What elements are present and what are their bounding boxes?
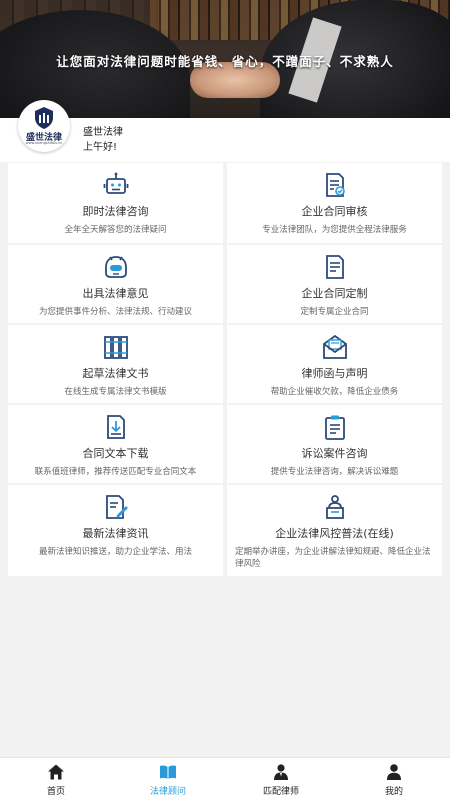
service-contract-review[interactable]: 企业合同审核 专业法律团队，为您提供全程法律服务	[227, 163, 442, 243]
lecture-icon	[325, 495, 344, 519]
greeting-text: 上午好!	[83, 142, 118, 153]
service-title: 出具法律意见	[82, 287, 149, 300]
service-title: 即时法律咨询	[82, 205, 149, 218]
service-description: 在线生成专属法律文书模版	[64, 387, 167, 397]
home-icon	[48, 764, 64, 780]
open-book-icon	[160, 765, 176, 779]
service-risk-lecture[interactable]: 企业法律风控普法(在线) 定期举办讲座，为企业讲解法律知规避、降低企业法律风险	[227, 485, 442, 576]
clipboard-icon	[324, 415, 345, 440]
service-description: 提供专业法律咨询，解决诉讼难题	[270, 467, 399, 477]
tab-me[interactable]: 我的	[338, 758, 450, 800]
document-check-icon	[325, 173, 345, 197]
banner-slogan: 让您面对法律问题时能省钱、省心，不蹭面子、不求熟人	[56, 54, 394, 69]
service-legal-news[interactable]: 最新法律资讯 最新法律知识推送，助力企业学法、用法	[8, 485, 223, 576]
logo-url: www.shengshifalv.cn	[25, 141, 63, 145]
service-description: 定期举办讲座，为企业讲解法律知规避、降低企业法律风险	[235, 547, 431, 569]
service-title: 起草法律文书	[82, 367, 149, 380]
robot-icon	[103, 172, 128, 194]
service-description: 定制专属企业合同	[300, 307, 369, 317]
tab-home[interactable]: 首页	[0, 758, 112, 800]
person-icon	[387, 764, 401, 780]
service-lawyer-letter[interactable]: 律师函与声明 帮助企业催收欠款，降低企业债务	[227, 325, 442, 403]
service-description: 专业法律团队，为您提供全程法律服务	[262, 225, 407, 235]
document-icon	[325, 255, 344, 279]
tab-match-lawyer[interactable]: 匹配律师	[225, 758, 337, 800]
service-title: 诉讼案件咨询	[301, 447, 368, 460]
tab-label: 匹配律师	[262, 787, 299, 797]
service-contract-download[interactable]: 合同文本下载 联系值班律师，推荐传送匹配专业合同文本	[8, 405, 223, 483]
tab-label: 首页	[46, 787, 65, 797]
service-contract-custom[interactable]: 企业合同定制 定制专属企业合同	[227, 245, 442, 323]
service-description: 全年全天解答您的法律疑问	[64, 225, 167, 235]
bottom-tab-bar: 首页 法律顾问 匹配律师 我的	[0, 757, 450, 800]
service-title: 律师函与声明	[301, 367, 368, 380]
service-title: 最新法律资讯	[82, 527, 149, 540]
service-description: 帮助企业催收欠款，降低企业债务	[270, 387, 399, 397]
service-title: 合同文本下载	[82, 447, 149, 460]
books-icon	[103, 336, 128, 359]
service-title: 企业法律风控普法(在线)	[275, 527, 394, 540]
service-litigation-consult[interactable]: 诉讼案件咨询 提供专业法律咨询，解决诉讼难题	[227, 405, 442, 483]
robot-face-icon	[104, 256, 127, 278]
lawyer-icon	[274, 764, 288, 780]
service-description: 为您提供事件分析、法律法规、行动建议	[38, 307, 192, 317]
service-description: 最新法律知识推送，助力企业学法、用法	[38, 547, 192, 557]
account-name: 盛世法律	[83, 127, 123, 138]
envelope-icon	[322, 334, 347, 359]
hero-banner: 让您面对法律问题时能省钱、省心，不蹭面子、不求熟人	[0, 0, 450, 118]
tab-label: 我的	[384, 787, 403, 797]
service-legal-opinion[interactable]: 出具法律意见 为您提供事件分析、法律法规、行动建议	[8, 245, 223, 323]
tab-legal-advisor[interactable]: 法律顾问	[112, 758, 224, 800]
download-document-icon	[106, 415, 125, 439]
service-title: 企业合同审核	[301, 205, 368, 218]
service-draft-documents[interactable]: 起草法律文书 在线生成专属法律文书模版	[8, 325, 223, 403]
service-description: 联系值班律师，推荐传送匹配专业合同文本	[34, 467, 197, 477]
edit-document-icon	[105, 495, 128, 519]
brand-logo[interactable]: 盛世法律 www.shengshifalv.cn	[18, 100, 70, 152]
tab-label: 法律顾问	[149, 787, 186, 797]
scales-emblem-icon	[35, 107, 53, 129]
service-title: 企业合同定制	[301, 287, 368, 300]
service-instant-consult[interactable]: 即时法律咨询 全年全天解答您的法律疑问	[8, 163, 223, 243]
